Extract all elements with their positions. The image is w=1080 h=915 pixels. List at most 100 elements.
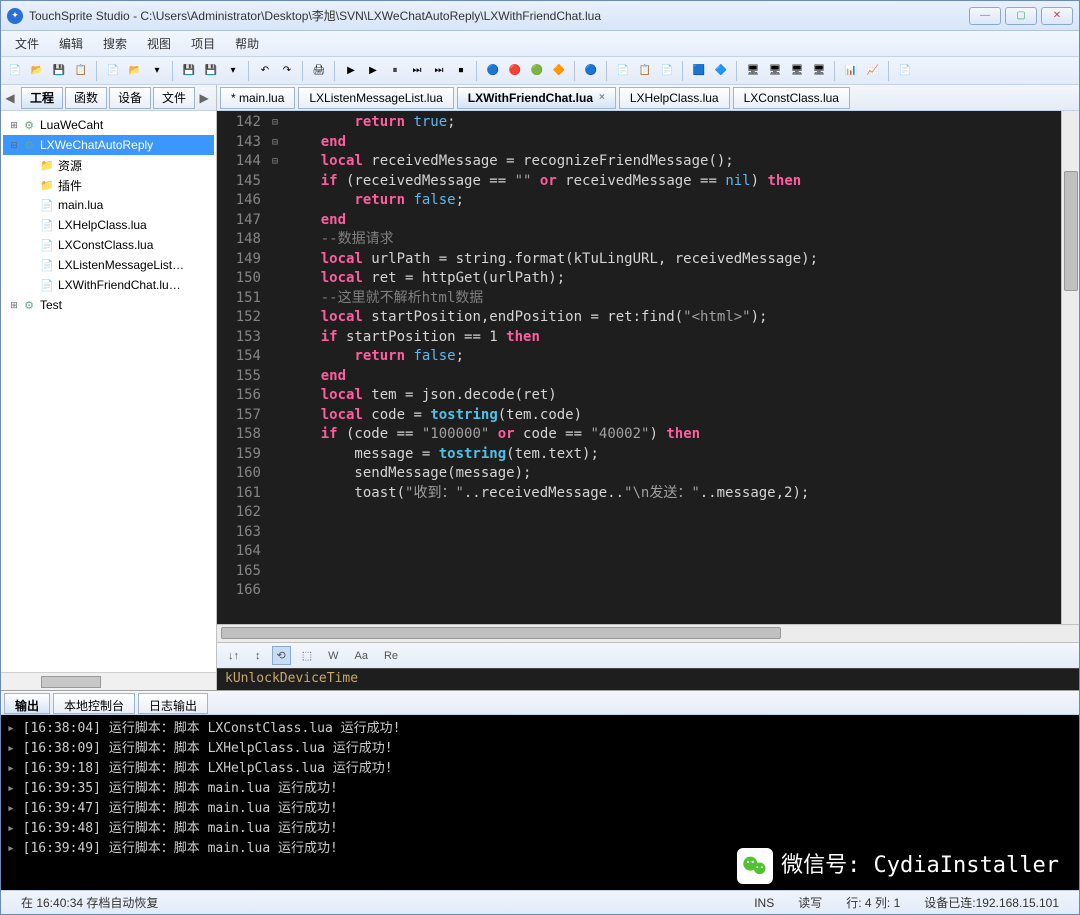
toolbar-btn-33[interactable]: 📋 <box>635 61 655 81</box>
toolbar-btn-6[interactable]: 📂 <box>125 61 145 81</box>
findbar-opt-4[interactable]: W <box>323 647 343 665</box>
editor-tab-3[interactable]: LXHelpClass.lua <box>619 87 730 109</box>
tree-node-1[interactable]: ⊟⚙LXWeChatAutoReply <box>3 135 214 155</box>
tree-node-7[interactable]: 📄LXListenMessageList… <box>3 255 214 275</box>
bottom-tab-0[interactable]: 输出 <box>4 693 50 714</box>
toolbar-btn-28[interactable]: 🔶 <box>549 61 569 81</box>
toolbar-btn-14[interactable]: ↷ <box>277 61 297 81</box>
editor-tab-1[interactable]: LXListenMessageList.lua <box>298 87 453 109</box>
menu-4[interactable]: 项目 <box>181 33 225 54</box>
sidebar-tab-函数[interactable]: 函数 <box>65 87 107 109</box>
maximize-button[interactable]: ▢ <box>1005 7 1037 25</box>
editor-tab-4[interactable]: LXConstClass.lua <box>733 87 850 109</box>
toolbar-btn-25[interactable]: 🔵 <box>483 61 503 81</box>
tree-node-6[interactable]: 📄LXConstClass.lua <box>3 235 214 255</box>
toolbar-btn-34[interactable]: 📄 <box>657 61 677 81</box>
fold-column[interactable]: ⊟⊟⊟ <box>267 111 283 624</box>
menu-2[interactable]: 搜索 <box>93 33 137 54</box>
findbar-opt-6[interactable]: Re <box>379 647 403 665</box>
status-device: 设备已连:192.168.15.101 <box>912 894 1071 911</box>
editor-tab-2[interactable]: LXWithFriendChat.lua× <box>457 87 616 109</box>
toolbar-btn-18[interactable]: ▶ <box>341 61 361 81</box>
toolbar-btn-20[interactable]: ⏸ <box>385 61 405 81</box>
toolbar-btn-19[interactable]: ▶ <box>363 61 383 81</box>
lua-icon: 📄 <box>39 217 55 233</box>
toolbar-btn-16[interactable]: 🖨 <box>309 61 329 81</box>
menubar: 文件编辑搜索视图项目帮助 <box>1 31 1079 57</box>
toolbar-btn-21[interactable]: ⏭ <box>407 61 427 81</box>
toolbar-btn-10[interactable]: 💾 <box>201 61 221 81</box>
tree-label: Test <box>40 298 62 312</box>
lua-icon: 📄 <box>39 257 55 273</box>
toolbar-btn-39[interactable]: 🖥 <box>743 61 763 81</box>
status-left: 在 16:40:34 存档自动恢复 <box>9 894 170 911</box>
close-button[interactable]: ✕ <box>1041 7 1073 25</box>
editor-vscroll[interactable] <box>1061 111 1079 624</box>
minimize-button[interactable]: — <box>969 7 1001 25</box>
toolbar-btn-42[interactable]: 🖥 <box>809 61 829 81</box>
tree-label: LXListenMessageList… <box>58 258 184 272</box>
tree-node-4[interactable]: 📄main.lua <box>3 195 214 215</box>
bottom-tabs: 输出本地控制台日志输出 <box>1 691 1079 715</box>
code-editor[interactable]: 1421431441451461471481491501511521531541… <box>217 111 1079 624</box>
toolbar-btn-30[interactable]: 🔵 <box>581 61 601 81</box>
sidebar-hscroll[interactable] <box>1 672 216 690</box>
editor-hscroll[interactable] <box>217 624 1079 642</box>
sidebar-tab-工程[interactable]: 工程 <box>21 87 63 109</box>
menu-5[interactable]: 帮助 <box>225 33 269 54</box>
sidebar-tab-设备[interactable]: 设备 <box>109 87 151 109</box>
folder-icon: 📁 <box>39 177 55 193</box>
bottom-tab-1[interactable]: 本地控制台 <box>53 693 135 714</box>
tree-node-3[interactable]: 📁插件 <box>3 175 214 195</box>
close-icon[interactable]: × <box>599 92 605 103</box>
findbar-opt-5[interactable]: Aa <box>350 647 373 665</box>
menu-1[interactable]: 编辑 <box>49 33 93 54</box>
toolbar-btn-13[interactable]: ↶ <box>255 61 275 81</box>
toolbar-btn-32[interactable]: 📄 <box>613 61 633 81</box>
toolbar-btn-27[interactable]: 🟢 <box>527 61 547 81</box>
toolbar-btn-37[interactable]: 🔷 <box>711 61 731 81</box>
toolbar-btn-40[interactable]: 🖥 <box>765 61 785 81</box>
findbar-opt-0[interactable]: ↓↑ <box>223 647 244 665</box>
menu-3[interactable]: 视图 <box>137 33 181 54</box>
findbar-opt-1[interactable]: ↕ <box>250 647 266 665</box>
toolbar-btn-0[interactable]: 📄 <box>5 61 25 81</box>
sidebar-tab-prev[interactable]: ◀ <box>1 91 19 105</box>
bottom-tab-2[interactable]: 日志输出 <box>138 693 208 714</box>
project-tree[interactable]: ⊞⚙LuaWeCaht⊟⚙LXWeChatAutoReply📁资源📁插件📄mai… <box>1 111 216 672</box>
output-console[interactable]: ▸ [16:38:04] 运行脚本：脚本 LXConstClass.lua 运行… <box>1 715 1079 890</box>
toolbar-btn-44[interactable]: 📊 <box>841 61 861 81</box>
toolbar-btn-7[interactable]: ▾ <box>147 61 167 81</box>
tree-label: LXConstClass.lua <box>58 238 153 252</box>
findbar-opt-3[interactable]: ⬚ <box>297 646 317 665</box>
status-pos: 行: 4 列: 1 <box>834 894 912 911</box>
toolbar-btn-2[interactable]: 💾 <box>49 61 69 81</box>
toolbar-btn-9[interactable]: 💾 <box>179 61 199 81</box>
tree-node-2[interactable]: 📁资源 <box>3 155 214 175</box>
toolbar-btn-22[interactable]: ⏭ <box>429 61 449 81</box>
toolbar-btn-11[interactable]: ▾ <box>223 61 243 81</box>
editor-tabs: * main.luaLXListenMessageList.luaLXWithF… <box>217 85 1079 111</box>
toolbar-btn-3[interactable]: 📋 <box>71 61 91 81</box>
sidebar-tab-next[interactable]: ▶ <box>195 91 213 105</box>
console-line: ▸ [16:39:47] 运行脚本：脚本 main.lua 运行成功! <box>7 799 1073 819</box>
findbar-opt-2[interactable]: ⟲ <box>272 646 291 665</box>
sidebar-tab-文件[interactable]: 文件 <box>153 87 195 109</box>
toolbar-btn-26[interactable]: 🔴 <box>505 61 525 81</box>
editor-tab-0[interactable]: * main.lua <box>220 87 295 109</box>
tree-node-9[interactable]: ⊞⚙Test <box>3 295 214 315</box>
toolbar-btn-36[interactable]: 🟦 <box>689 61 709 81</box>
toolbar-btn-41[interactable]: 🖥 <box>787 61 807 81</box>
findbar: ↓↑ ↕ ⟲ ⬚ W Aa Re <box>217 642 1079 668</box>
bottom-panel: 输出本地控制台日志输出 ▸ [16:38:04] 运行脚本：脚本 LXConst… <box>1 690 1079 890</box>
toolbar-btn-45[interactable]: 📈 <box>863 61 883 81</box>
toolbar-btn-23[interactable]: ⏹ <box>451 61 471 81</box>
toolbar-btn-47[interactable]: 📄 <box>895 61 915 81</box>
toolbar-btn-1[interactable]: 📂 <box>27 61 47 81</box>
code-area[interactable]: return true; end local receivedMessage =… <box>283 111 1061 624</box>
menu-0[interactable]: 文件 <box>5 33 49 54</box>
tree-node-8[interactable]: 📄LXWithFriendChat.lu… <box>3 275 214 295</box>
toolbar-btn-5[interactable]: 📄 <box>103 61 123 81</box>
tree-node-5[interactable]: 📄LXHelpClass.lua <box>3 215 214 235</box>
tree-node-0[interactable]: ⊞⚙LuaWeCaht <box>3 115 214 135</box>
